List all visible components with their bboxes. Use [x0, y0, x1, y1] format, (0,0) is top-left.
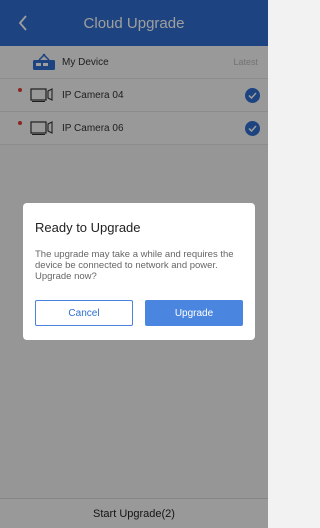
upgrade-dialog: Ready to Upgrade The upgrade may take a …: [23, 203, 255, 340]
cancel-button[interactable]: Cancel: [35, 300, 133, 326]
dialog-message: The upgrade may take a while and require…: [35, 249, 234, 282]
dialog-title: Ready to Upgrade: [35, 220, 141, 235]
upgrade-button[interactable]: Upgrade: [145, 300, 243, 326]
